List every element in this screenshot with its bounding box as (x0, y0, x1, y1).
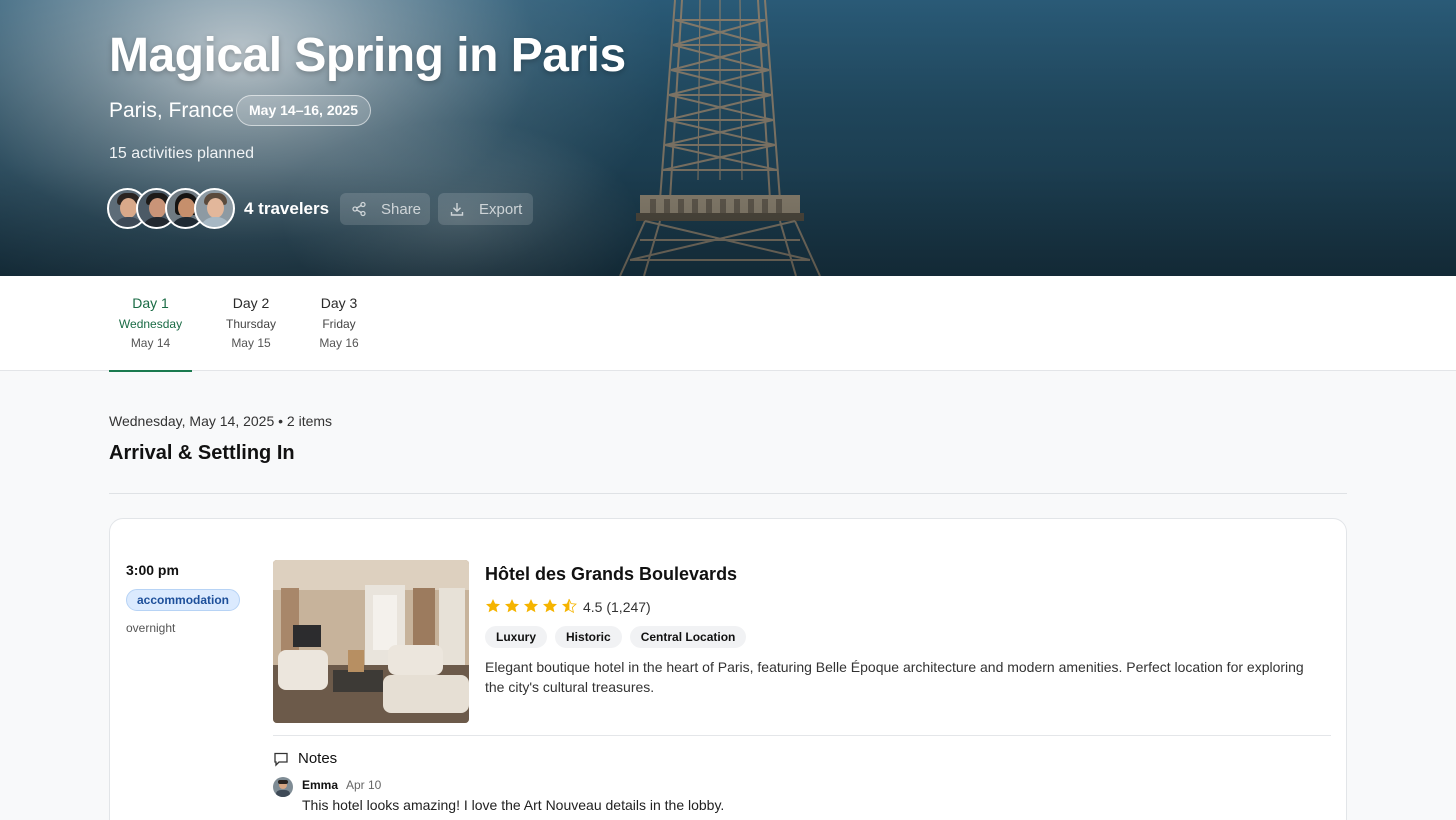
trip-dates-badge: May 14–16, 2025 (236, 95, 371, 126)
tab-day-3[interactable]: Day 3 Friday May 16 (310, 276, 368, 371)
rating-text: 4.5 (1,247) (583, 599, 651, 615)
hotel-photo[interactable] (273, 560, 469, 723)
hotel-tags: Luxury Historic Central Location (485, 626, 754, 648)
tab-weekday: Thursday (225, 317, 277, 331)
avatar[interactable] (194, 188, 235, 229)
export-button[interactable]: Export (438, 193, 533, 225)
activities-count: 15 activities planned (109, 145, 254, 162)
share-label: Share (381, 200, 422, 218)
tag-chip: Luxury (485, 626, 548, 648)
trip-location: Paris, France (109, 99, 234, 122)
note-date: Apr 10 (346, 778, 382, 792)
day-title: Arrival & Settling In (109, 442, 295, 464)
note-text: This hotel looks amazing! I love the Art… (302, 797, 725, 813)
tab-day-1[interactable]: Day 1 Wednesday May 14 (109, 276, 192, 372)
active-tab-indicator (109, 370, 192, 372)
tab-date: May 16 (319, 336, 359, 350)
notes-header[interactable]: Notes (273, 750, 337, 767)
comment-icon (274, 752, 288, 767)
tab-weekday: Wednesday (118, 317, 183, 331)
traveler-avatars[interactable] (107, 188, 237, 230)
tag-chip: Historic (555, 626, 622, 648)
notes-label: Notes (298, 750, 338, 767)
card-divider (273, 735, 1331, 736)
tab-date: May 14 (130, 336, 171, 350)
star-icon (505, 599, 519, 613)
trip-title: Magical Spring in Paris (109, 29, 626, 82)
download-icon (450, 203, 464, 216)
note-author-avatar (273, 777, 293, 797)
hotel-description: Elegant boutique hotel in the heart of P… (485, 659, 1304, 695)
star-rating (485, 598, 580, 614)
hotel-name[interactable]: Hôtel des Grands Boulevards (485, 564, 737, 585)
tab-day-label: Day 2 (232, 295, 270, 311)
section-divider (109, 493, 1347, 494)
half-star-icon (562, 598, 577, 614)
tag-chip: Central Location (629, 626, 747, 648)
hero-banner: Magical Spring in Paris Paris, France Ma… (0, 0, 1456, 276)
item-duration: overnight (126, 621, 176, 635)
star-icon (524, 599, 538, 613)
tab-day-label: Day 3 (320, 295, 358, 311)
tab-day-label: Day 1 (132, 295, 169, 311)
item-time: 3:00 pm (126, 562, 179, 578)
star-icon (543, 599, 557, 613)
export-label: Export (479, 200, 523, 218)
tab-weekday: Friday (322, 317, 356, 331)
item-type-badge: accommodation (126, 589, 241, 611)
star-icon (486, 599, 500, 613)
share-button[interactable]: Share (340, 193, 430, 225)
tab-day-2[interactable]: Day 2 Thursday May 15 (215, 276, 287, 371)
day-tabs: Day 1 Wednesday May 14 Day 2 Thursday Ma… (0, 276, 1456, 372)
note-author: Emma (302, 778, 339, 792)
tab-date: May 15 (231, 336, 271, 350)
day-meta: Wednesday, May 14, 2025 • 2 items (109, 413, 333, 429)
share-icon (352, 201, 366, 217)
travelers-count[interactable]: 4 travelers (244, 199, 329, 219)
